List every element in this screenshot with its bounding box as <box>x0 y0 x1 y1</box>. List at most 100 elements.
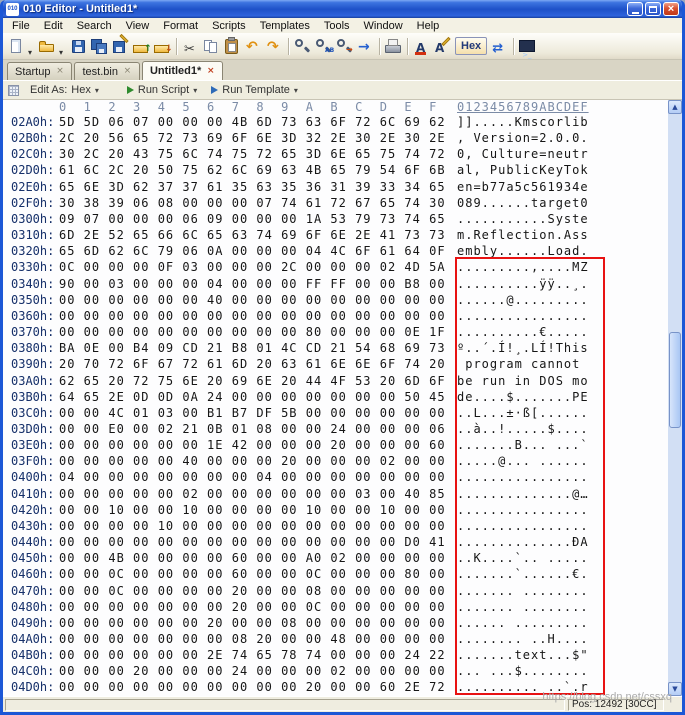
find-icon[interactable] <box>292 36 313 57</box>
menu-item[interactable]: Search <box>70 20 119 32</box>
new-file-icon[interactable] <box>6 36 27 57</box>
row-ascii-text[interactable]: ]].....Kmscorlib <box>457 114 589 130</box>
row-ascii-text[interactable]: ... ...$........ <box>457 663 589 679</box>
row-ascii-text[interactable]: ......@......... <box>457 292 589 308</box>
row-ascii-text[interactable]: ................ <box>457 518 589 534</box>
row-ascii-text[interactable]: ................ <box>457 469 589 485</box>
row-hex-bytes[interactable]: 00 00 00 00 00 00 00 00 00 00 00 00 00 0… <box>59 534 457 550</box>
save-icon[interactable] <box>68 36 89 57</box>
open-file-dropdown-caret-icon[interactable] <box>58 36 68 57</box>
row-ascii-text[interactable]: ....... ........ <box>457 583 589 599</box>
row-ascii-text[interactable]: program cannot <box>457 356 589 372</box>
row-ascii-text[interactable]: .......`......€. <box>457 566 589 582</box>
row-hex-bytes[interactable]: 30 38 39 06 08 00 00 00 07 74 61 72 67 6… <box>59 195 457 211</box>
tab-close-icon[interactable]: × <box>123 67 132 76</box>
edit-as-dropdown[interactable]: Edit As: Hex ▾ <box>25 83 104 97</box>
run-template-dropdown[interactable]: Run Template ▾ <box>206 83 303 97</box>
row-hex-bytes[interactable]: 00 00 00 00 00 00 40 00 00 00 00 00 00 0… <box>59 292 457 308</box>
new-file-dropdown-caret-icon[interactable] <box>27 36 37 57</box>
row-hex-bytes[interactable]: 00 00 00 00 10 00 00 00 00 00 00 00 00 0… <box>59 518 457 534</box>
tab-close-icon[interactable]: × <box>206 66 215 76</box>
row-ascii-text[interactable]: 0, Culture=neutr <box>457 146 589 162</box>
run-script-dropdown[interactable]: Run Script ▾ <box>122 83 202 97</box>
minimize-button[interactable] <box>627 2 643 16</box>
row-hex-bytes[interactable]: 00 00 00 00 00 40 00 00 00 20 00 00 00 0… <box>59 453 457 469</box>
copy-icon[interactable] <box>201 36 222 57</box>
row-hex-bytes[interactable]: 0C 00 00 00 0F 03 00 00 00 2C 00 00 00 0… <box>59 259 457 275</box>
menu-item[interactable]: File <box>5 20 37 32</box>
row-ascii-text[interactable]: embly......Load. <box>457 243 589 259</box>
hex-view-toggle-button[interactable]: Hex <box>455 37 488 55</box>
row-hex-bytes[interactable]: 00 00 4B 00 00 00 00 60 00 00 A0 02 00 0… <box>59 550 457 566</box>
row-hex-bytes[interactable]: 5D 5D 06 07 00 00 00 4B 6D 73 63 6F 72 6… <box>59 114 457 130</box>
row-hex-bytes[interactable]: 00 00 00 00 00 00 00 20 00 00 0C 00 00 0… <box>59 599 457 615</box>
row-ascii-text[interactable]: m.Reflection.Ass <box>457 227 589 243</box>
row-ascii-text[interactable]: ..........€..... <box>457 324 589 340</box>
row-ascii-text[interactable]: ..............ÐA <box>457 534 589 550</box>
row-ascii-text[interactable]: .......text...$" <box>457 647 589 663</box>
row-hex-bytes[interactable]: 2C 20 56 65 72 73 69 6F 6E 3D 32 2E 30 2… <box>59 130 457 146</box>
vertical-scrollbar[interactable]: ▲ ▼ <box>668 100 682 696</box>
save-all-icon[interactable] <box>89 36 110 57</box>
row-hex-bytes[interactable]: 00 00 0C 00 00 00 00 20 00 00 08 00 00 0… <box>59 583 457 599</box>
replace-icon[interactable] <box>313 36 334 57</box>
export-icon[interactable] <box>131 36 152 57</box>
row-hex-bytes[interactable]: 00 00 00 00 00 00 00 00 00 00 20 00 00 6… <box>59 679 457 695</box>
row-ascii-text[interactable]: .......B... ...` <box>457 437 589 453</box>
row-hex-bytes[interactable]: 90 00 03 00 00 00 04 00 00 00 FF FF 00 0… <box>59 276 457 292</box>
row-hex-bytes[interactable]: 00 00 E0 00 02 21 0B 01 08 00 00 24 00 0… <box>59 421 457 437</box>
row-ascii-text[interactable]: ................ <box>457 308 589 324</box>
row-hex-bytes[interactable]: 00 00 10 00 00 10 00 00 00 00 10 00 00 1… <box>59 502 457 518</box>
row-hex-bytes[interactable]: 62 65 20 72 75 6E 20 69 6E 20 44 4F 53 2… <box>59 373 457 389</box>
row-hex-bytes[interactable]: BA 0E 00 B4 09 CD 21 B8 01 4C CD 21 54 6… <box>59 340 457 356</box>
scroll-up-arrow[interactable]: ▲ <box>668 100 682 114</box>
row-hex-bytes[interactable]: 00 00 00 00 00 00 00 00 00 00 00 00 00 0… <box>59 308 457 324</box>
cut-icon[interactable] <box>180 36 201 57</box>
row-ascii-text[interactable]: 089......target0 <box>457 195 589 211</box>
tab-untitled1[interactable]: Untitled1* × <box>141 61 224 80</box>
row-ascii-text[interactable]: en=b77a5c561934e <box>457 179 589 195</box>
row-ascii-text[interactable]: ....... ........ <box>457 599 589 615</box>
row-hex-bytes[interactable]: 04 00 00 00 00 00 00 00 04 00 00 00 00 0… <box>59 469 457 485</box>
row-ascii-text[interactable]: , Version=2.0.0. <box>457 130 589 146</box>
close-button[interactable]: × <box>663 2 679 16</box>
redo-icon[interactable] <box>264 36 285 57</box>
row-hex-bytes[interactable]: 00 00 0C 00 00 00 00 60 00 00 0C 00 00 0… <box>59 566 457 582</box>
row-ascii-text[interactable]: º..´.Í!¸.LÍ!This <box>457 340 589 356</box>
import-icon[interactable] <box>152 36 173 57</box>
row-ascii-text[interactable]: .....@... ...... <box>457 453 589 469</box>
save-copy-icon[interactable] <box>110 33 131 57</box>
console-icon[interactable] <box>517 36 538 57</box>
row-hex-bytes[interactable]: 00 00 00 00 00 00 2E 74 65 78 74 00 00 0… <box>59 647 457 663</box>
open-file-icon[interactable] <box>37 36 58 57</box>
menu-item[interactable]: View <box>119 20 157 32</box>
undo-icon[interactable] <box>243 36 264 57</box>
goto-icon[interactable] <box>334 36 355 57</box>
menu-item[interactable]: Help <box>410 20 447 32</box>
edit-font-icon[interactable] <box>432 36 453 57</box>
row-ascii-text[interactable]: ...........Syste <box>457 211 589 227</box>
row-hex-bytes[interactable]: 00 00 4C 01 03 00 B1 B7 DF 5B 00 00 00 0… <box>59 405 457 421</box>
font-icon[interactable] <box>411 36 432 57</box>
row-hex-bytes[interactable]: 00 00 00 00 00 00 1E 42 00 00 00 20 00 0… <box>59 437 457 453</box>
row-hex-bytes[interactable]: 00 00 00 00 00 00 00 08 20 00 00 48 00 0… <box>59 631 457 647</box>
maximize-button[interactable] <box>645 2 661 16</box>
row-ascii-text[interactable]: al, PublicKeyTok <box>457 162 589 178</box>
menu-item[interactable]: Templates <box>253 20 317 32</box>
row-ascii-text[interactable]: ..K....`.. ..... <box>457 550 589 566</box>
row-ascii-text[interactable]: be run in DOS mo <box>457 373 589 389</box>
row-hex-bytes[interactable]: 00 00 00 20 00 00 00 24 00 00 00 02 00 0… <box>59 663 457 679</box>
tab-close-icon[interactable]: × <box>55 67 64 76</box>
row-hex-bytes[interactable]: 00 00 00 00 00 02 00 00 00 00 00 00 03 0… <box>59 486 457 502</box>
row-hex-bytes[interactable]: 00 00 00 00 00 00 20 00 00 08 00 00 00 0… <box>59 615 457 631</box>
row-ascii-text[interactable]: ..........ÿÿ..¸. <box>457 276 589 292</box>
row-ascii-text[interactable]: ..............@… <box>457 486 589 502</box>
row-hex-bytes[interactable]: 20 70 72 6F 67 72 61 6D 20 63 61 6E 6E 6… <box>59 356 457 372</box>
row-hex-bytes[interactable]: 65 6E 3D 62 37 37 61 35 63 35 36 31 39 3… <box>59 179 457 195</box>
print-icon[interactable] <box>383 36 404 57</box>
row-hex-bytes[interactable]: 09 07 00 00 00 06 09 00 00 00 1A 53 79 7… <box>59 211 457 227</box>
row-hex-bytes[interactable]: 6D 2E 52 65 66 6C 65 63 74 69 6F 6E 2E 4… <box>59 227 457 243</box>
row-ascii-text[interactable]: de....$.......PE <box>457 389 589 405</box>
paste-icon[interactable] <box>222 36 243 57</box>
row-hex-bytes[interactable]: 00 00 00 00 00 00 00 00 00 00 80 00 00 0… <box>59 324 457 340</box>
